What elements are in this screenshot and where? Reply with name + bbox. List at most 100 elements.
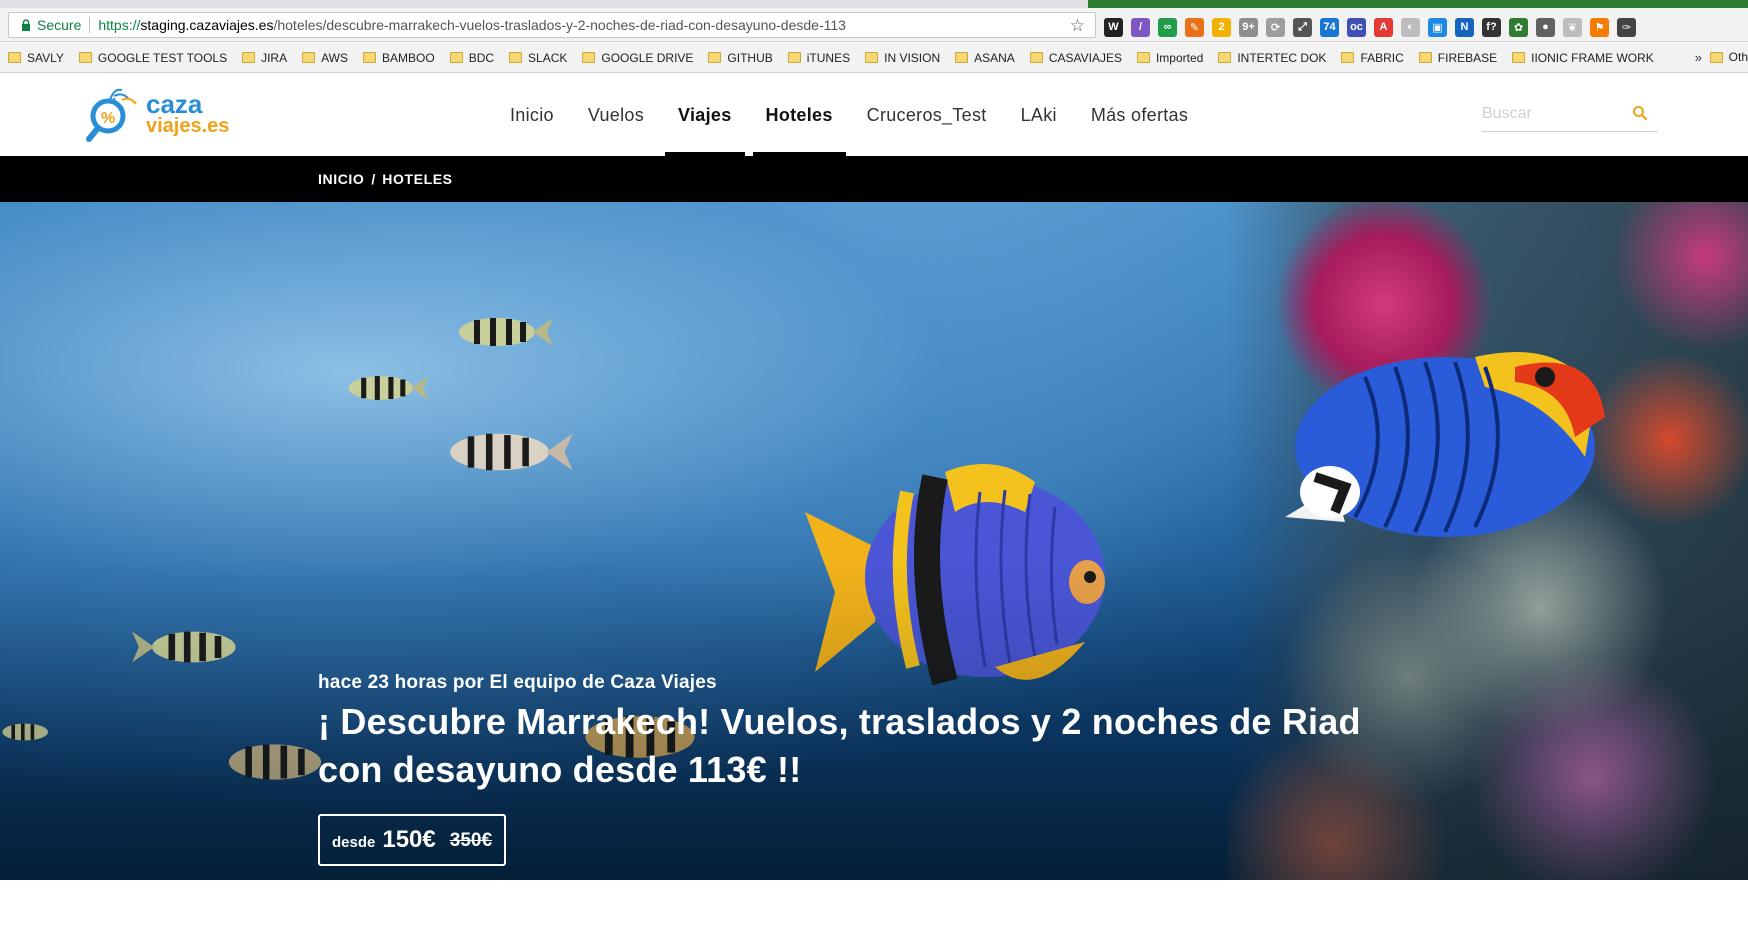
breadcrumb: INICIO / HOTELES (0, 156, 1748, 202)
window-icon[interactable]: ▣ (1428, 17, 1447, 37)
folder-icon (955, 52, 969, 63)
omnibox-divider (89, 17, 91, 33)
bookmark-item[interactable]: GITHUB (708, 50, 773, 65)
url-path: /hoteles/descubre-marrakech-vuelos-trasl… (273, 17, 846, 33)
bookmark-item[interactable]: AWS (302, 51, 348, 65)
folder-icon (708, 52, 722, 63)
folder-icon (509, 52, 523, 63)
nav-item-inicio[interactable]: Inicio (493, 74, 571, 156)
bookmark-item[interactable]: iTUNES (787, 51, 850, 65)
small-striped-fish-image (459, 318, 553, 346)
folder-icon (582, 52, 596, 63)
breadcrumb-current: HOTELES (382, 171, 453, 187)
bookmark-item[interactable]: Imported (1136, 50, 1204, 65)
infinity-icon[interactable]: ∞ (1158, 17, 1177, 37)
leaf-icon[interactable]: ◐ (1401, 17, 1420, 37)
quill-icon[interactable]: / (1131, 17, 1150, 37)
bookmark-label: SLACK (528, 50, 568, 65)
folder-icon (1418, 52, 1432, 63)
function-icon[interactable]: f? (1482, 17, 1501, 37)
url-text[interactable]: https://staging.cazaviajes.es/hoteles/de… (98, 17, 846, 33)
bookmark-item[interactable]: CASAVIAJES (1029, 51, 1122, 65)
butterflyfish-image (1285, 352, 1605, 537)
bookmark-item[interactable]: GOOGLE DRIVE (582, 51, 693, 65)
search-box[interactable] (1482, 96, 1658, 132)
bookmark-label: GOOGLE TEST TOOLS (97, 50, 228, 65)
bookmark-item[interactable]: FIREBASE (1418, 50, 1498, 65)
bookmark-item[interactable]: INTERTEC DOK (1218, 51, 1326, 65)
folder-icon (78, 52, 92, 63)
bookmark-item[interactable]: GOOGLE TEST TOOLS (78, 50, 228, 65)
folder-icon (449, 52, 463, 63)
compass-icon[interactable]: ⤢ (1293, 17, 1312, 37)
breadcrumb-separator: / (371, 171, 376, 187)
logo-text-caza: caza (146, 89, 203, 119)
w-icon[interactable]: W (1104, 17, 1123, 37)
folder-icon (865, 52, 879, 63)
bookmark-label: JIRA (261, 50, 288, 65)
browser-tab-strip (0, 0, 1748, 8)
bulb-icon[interactable]: 2 (1212, 17, 1231, 37)
bookmark-item[interactable]: SLACK (509, 51, 567, 65)
bookmark-item[interactable]: IN VISION (865, 51, 940, 65)
folder-icon (1341, 52, 1355, 63)
bookmark-label: AWS (321, 50, 348, 65)
address-bar[interactable]: Secure https://staging.cazaviajes.es/hot… (8, 12, 1096, 38)
svg-text:%: % (101, 110, 115, 127)
active-tab-accent (1088, 0, 1748, 8)
bookmark-item[interactable]: FABRIC (1341, 51, 1404, 65)
post-meta: hace 23 horas por El equipo de Caza Viaj… (318, 672, 717, 693)
browser-toolbar: Secure https://staging.cazaviajes.es/hot… (0, 8, 1748, 42)
folder-icon (1218, 52, 1232, 63)
breadcrumb-home[interactable]: INICIO (318, 171, 364, 187)
bookmark-label: GITHUB (727, 50, 773, 65)
search-input[interactable] (1482, 104, 1632, 123)
nav-item-m-s-ofertas[interactable]: Más ofertas (1074, 74, 1205, 156)
flag-icon[interactable]: ⚑ (1590, 17, 1609, 37)
bookmark-item[interactable]: BAMBOO (363, 51, 435, 65)
bookmark-label: FIREBASE (1437, 50, 1498, 65)
bookmark-item[interactable]: ASANA (955, 51, 1015, 65)
folder-icon (787, 52, 801, 63)
original-price: 350€ (449, 830, 493, 851)
striped-fish-image (450, 433, 573, 471)
bookmark-item[interactable]: IIONIC FRAME WORK (1512, 51, 1654, 65)
other-bookmarks[interactable]: Oth (1709, 50, 1748, 64)
nav-item-viajes[interactable]: Viajes (661, 74, 749, 156)
site-logo[interactable]: % caza viajes.es (86, 84, 236, 144)
folder-icon (363, 52, 376, 63)
refresh-icon[interactable]: ⟳ (1266, 17, 1285, 37)
nav-item-vuelos[interactable]: Vuelos (571, 74, 661, 156)
bookmark-label: Imported (1155, 50, 1204, 65)
folder-icon (1709, 51, 1723, 63)
post-title: ¡ Descubre Marrakech! Vuelos, traslados … (318, 701, 1361, 790)
a-icon[interactable]: A (1374, 17, 1393, 37)
nav-item-hoteles[interactable]: Hoteles (749, 74, 850, 156)
search-icon[interactable] (1632, 105, 1650, 123)
bookmark-item[interactable]: JIRA (242, 51, 287, 65)
bookmarks-overflow-button[interactable]: » (1695, 50, 1702, 65)
price-badge[interactable]: desde 150€ 350€ (318, 814, 507, 866)
wrench-icon[interactable]: ✑ (1617, 17, 1636, 37)
bookmark-item[interactable]: SAVLY (8, 51, 64, 65)
record-icon[interactable]: ● (1536, 17, 1555, 37)
folder-icon (8, 52, 21, 63)
current-price: 150€ (382, 826, 436, 853)
calendar-icon[interactable]: 74 (1320, 17, 1339, 37)
feather-icon[interactable]: ❦ (1563, 17, 1582, 37)
new-icon[interactable]: N (1455, 17, 1474, 37)
nav-item-laki[interactable]: LAki (1004, 74, 1074, 156)
bookmark-label: BDC (468, 50, 495, 65)
logo-magnifier-icon: % (86, 88, 137, 142)
pen-icon[interactable]: ✎ (1185, 17, 1204, 37)
bookmark-label: GOOGLE DRIVE (601, 50, 694, 65)
grid-icon[interactable]: oc (1347, 17, 1366, 37)
folder-icon (242, 52, 256, 63)
puzzle-icon[interactable]: ✿ (1509, 17, 1528, 37)
nav-item-cruceros-test[interactable]: Cruceros_Test (850, 74, 1004, 156)
bookmark-item[interactable]: BDC (449, 50, 495, 65)
bookmark-label: IN VISION (884, 50, 941, 65)
gear-badge-icon[interactable]: 9+ (1239, 17, 1258, 37)
main-nav: Inicio Vuelos Viajes Hoteles Cruceros_Test LA… (493, 74, 1205, 156)
bookmark-star-icon[interactable]: ☆ (1070, 16, 1085, 36)
